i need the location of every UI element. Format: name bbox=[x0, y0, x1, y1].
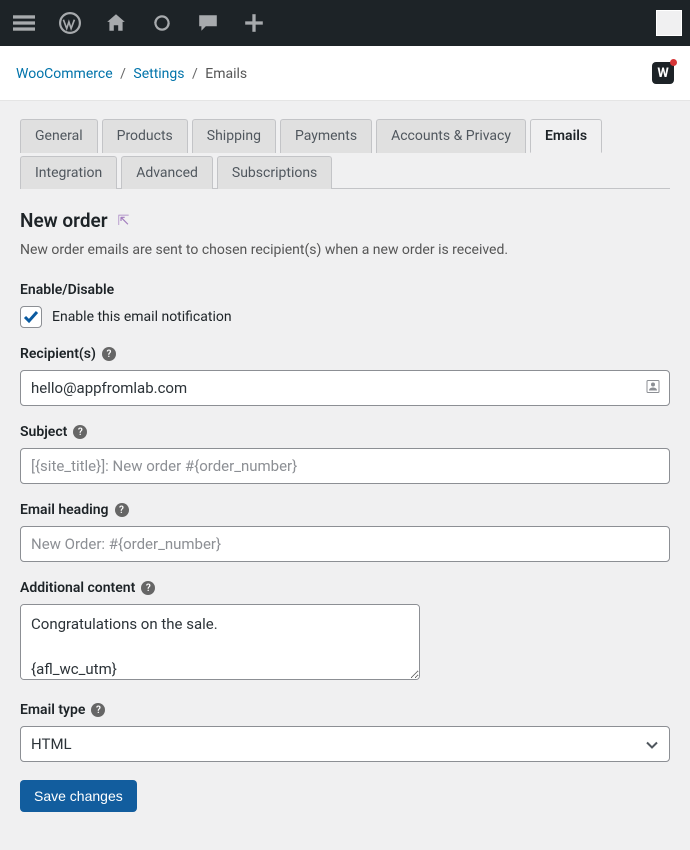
breadcrumb-sep: / bbox=[192, 66, 198, 82]
field-enable: Enable/Disable Enable this email notific… bbox=[20, 282, 670, 328]
enable-checkbox[interactable] bbox=[20, 306, 42, 328]
inbox-badge[interactable]: W bbox=[652, 62, 674, 84]
field-subject: Subject? bbox=[20, 424, 670, 484]
tab-accounts-privacy[interactable]: Accounts & Privacy bbox=[376, 119, 526, 153]
email-type-label: Email type bbox=[20, 702, 85, 718]
field-heading: Email heading? bbox=[20, 502, 670, 562]
subject-label: Subject bbox=[20, 424, 67, 440]
email-type-select[interactable]: HTML bbox=[20, 726, 670, 762]
avatar[interactable] bbox=[656, 10, 682, 36]
wordpress-icon[interactable] bbox=[54, 7, 86, 39]
tab-payments[interactable]: Payments bbox=[280, 119, 372, 153]
help-icon[interactable]: ? bbox=[91, 703, 105, 717]
breadcrumb: WooCommerce / Settings / Emails bbox=[16, 54, 674, 100]
tab-subscriptions[interactable]: Subscriptions bbox=[217, 156, 332, 189]
field-additional: Additional content? bbox=[20, 580, 670, 684]
additional-textarea[interactable] bbox=[20, 604, 420, 680]
content: GeneralProductsShippingPaymentsAccounts … bbox=[0, 119, 690, 842]
tab-general[interactable]: General bbox=[20, 119, 98, 153]
field-recipient: Recipient(s)? bbox=[20, 346, 670, 406]
heading-input[interactable] bbox=[20, 526, 670, 562]
menu-icon[interactable] bbox=[8, 7, 40, 39]
add-icon[interactable] bbox=[238, 7, 270, 39]
breadcrumb-sep: / bbox=[120, 66, 126, 82]
additional-label: Additional content bbox=[20, 580, 135, 596]
section-title: New order ⇱ bbox=[20, 209, 670, 232]
tabs: GeneralProductsShippingPaymentsAccounts … bbox=[20, 119, 670, 189]
tab-integration[interactable]: Integration bbox=[20, 156, 117, 189]
notification-dot-icon bbox=[670, 59, 677, 66]
field-email-type: Email type? HTML bbox=[20, 702, 670, 762]
breadcrumb-settings[interactable]: Settings bbox=[133, 66, 184, 82]
heading-label: Email heading bbox=[20, 502, 109, 518]
tab-products[interactable]: Products bbox=[102, 119, 188, 153]
tab-advanced[interactable]: Advanced bbox=[121, 156, 213, 189]
tab-emails[interactable]: Emails bbox=[530, 119, 602, 153]
breadcrumb-current: Emails bbox=[205, 66, 247, 82]
help-icon[interactable]: ? bbox=[102, 347, 116, 361]
breadcrumb-root[interactable]: WooCommerce bbox=[16, 66, 113, 82]
recipient-label: Recipient(s) bbox=[20, 346, 96, 362]
help-icon[interactable]: ? bbox=[73, 425, 87, 439]
help-icon[interactable]: ? bbox=[141, 581, 155, 595]
tab-shipping[interactable]: Shipping bbox=[192, 119, 276, 153]
admin-bar bbox=[0, 0, 690, 46]
help-icon[interactable]: ? bbox=[115, 503, 129, 517]
section-desc: New order emails are sent to chosen reci… bbox=[20, 242, 670, 258]
enable-label: Enable/Disable bbox=[20, 282, 670, 298]
comment-icon[interactable] bbox=[192, 7, 224, 39]
home-icon[interactable] bbox=[100, 7, 132, 39]
refresh-icon[interactable] bbox=[146, 7, 178, 39]
subject-input[interactable] bbox=[20, 448, 670, 484]
save-button[interactable]: Save changes bbox=[20, 780, 137, 812]
enable-checkbox-label: Enable this email notification bbox=[52, 309, 232, 325]
recipient-input[interactable] bbox=[20, 370, 670, 406]
admin-bar-left bbox=[8, 7, 270, 39]
page-header: WooCommerce / Settings / Emails W bbox=[0, 46, 690, 101]
page-title: New order bbox=[20, 209, 108, 232]
back-link-icon[interactable]: ⇱ bbox=[118, 213, 130, 229]
